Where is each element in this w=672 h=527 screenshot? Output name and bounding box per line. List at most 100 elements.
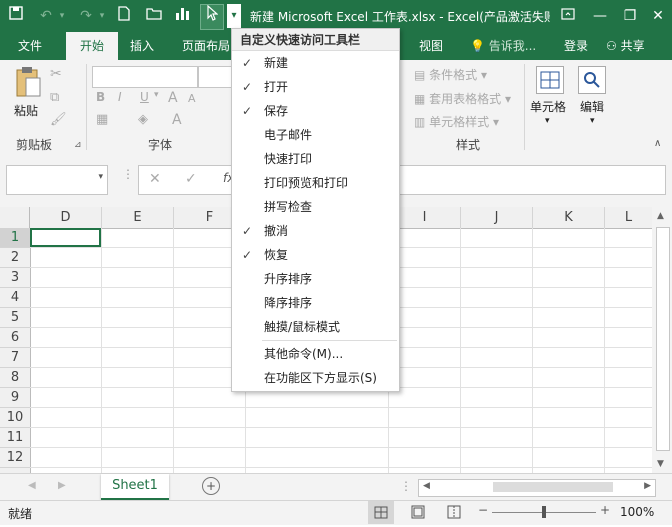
font-size-combo[interactable]	[198, 66, 234, 88]
customize-qat-dropdown-icon[interactable]: ▾	[227, 4, 241, 28]
menu-item-sort-ascending[interactable]: 升序排序	[232, 267, 399, 291]
formula-splitter-icon[interactable]: ⋮	[122, 167, 134, 181]
row-header[interactable]: 10	[0, 408, 31, 428]
tab-page-layout[interactable]: 页面布局	[176, 32, 236, 60]
prev-sheet-icon[interactable]: ◀	[28, 480, 36, 491]
menu-item-spelling[interactable]: 拼写检查	[232, 195, 399, 219]
menu-item-open[interactable]: ✓ 打开	[232, 75, 399, 99]
save-icon[interactable]	[6, 6, 26, 26]
tab-insert[interactable]: 插入	[124, 32, 160, 60]
menu-item-touch-mouse-mode[interactable]: 触摸/鼠标模式	[232, 315, 399, 339]
zoom-level[interactable]: 100%	[620, 505, 654, 519]
copy-icon[interactable]: ⧉	[50, 90, 59, 105]
column-header[interactable]: K	[533, 207, 605, 229]
scroll-right-icon[interactable]: ▶	[644, 481, 651, 491]
tab-file[interactable]: 文件	[12, 32, 48, 60]
zoom-out-icon[interactable]: −	[478, 503, 488, 517]
row-header[interactable]: 7	[0, 348, 31, 368]
menu-item-more-commands[interactable]: 其他命令(M)...	[232, 342, 399, 366]
touch-mouse-mode-icon[interactable]	[200, 4, 224, 30]
cancel-icon[interactable]: ✕	[149, 171, 161, 187]
font-color-button[interactable]: A	[172, 112, 182, 128]
editing-button[interactable]: 编辑	[580, 98, 604, 115]
chart-icon[interactable]	[172, 6, 192, 26]
login-button[interactable]: 登录	[564, 32, 588, 60]
menu-item-save[interactable]: ✓ 保存	[232, 99, 399, 123]
formula-input[interactable]: ✕ ✓ fx	[138, 165, 666, 195]
menu-item-redo[interactable]: ✓ 恢复	[232, 243, 399, 267]
tab-home[interactable]: 开始	[66, 32, 118, 60]
cut-icon[interactable]: ✂	[50, 66, 62, 82]
tab-view[interactable]: 视图	[413, 32, 449, 60]
row-header[interactable]: 5	[0, 308, 31, 328]
row-header[interactable]: 1	[0, 228, 31, 248]
tab-splitter-icon[interactable]: ⋮	[400, 479, 412, 493]
row-header[interactable]: 12	[0, 448, 31, 468]
row-header[interactable]: 6	[0, 328, 31, 348]
paste-icon[interactable]	[14, 66, 42, 103]
name-box-dropdown-icon[interactable]: ▾	[98, 172, 103, 182]
border-icon[interactable]: ▦	[96, 112, 108, 127]
zoom-slider-thumb[interactable]	[542, 506, 546, 518]
column-header[interactable]: E	[102, 207, 174, 229]
paste-button[interactable]: 粘贴	[14, 102, 38, 119]
scroll-up-icon[interactable]: ▲	[657, 211, 664, 221]
row-header[interactable]: 2	[0, 248, 31, 268]
scroll-left-icon[interactable]: ◀	[423, 481, 430, 491]
row-header[interactable]: 8	[0, 368, 31, 388]
italic-button[interactable]: I	[118, 90, 122, 104]
tell-me-box[interactable]: 💡 告诉我...	[470, 32, 536, 60]
menu-item-undo[interactable]: ✓ 撤消	[232, 219, 399, 243]
column-header[interactable]: D	[30, 207, 102, 229]
format-painter-icon[interactable]: 🖌	[50, 112, 67, 127]
h-scroll-thumb[interactable]	[493, 482, 613, 492]
row-header[interactable]: 11	[0, 428, 31, 448]
menu-item-sort-descending[interactable]: 降序排序	[232, 291, 399, 315]
row-header[interactable]: 4	[0, 288, 31, 308]
select-all-corner[interactable]	[0, 207, 30, 229]
menu-item-new[interactable]: ✓ 新建	[232, 51, 399, 75]
close-icon[interactable]: ✕	[640, 0, 672, 32]
vertical-scrollbar[interactable]: ▲ ▼	[652, 207, 672, 473]
row-header[interactable]: 9	[0, 388, 31, 408]
underline-dropdown-icon[interactable]: ▾	[154, 90, 159, 100]
column-header[interactable]: J	[461, 207, 533, 229]
scroll-down-icon[interactable]: ▼	[657, 459, 664, 469]
ribbon-display-icon[interactable]	[550, 0, 586, 32]
cells-icon[interactable]	[536, 66, 564, 94]
menu-item-quick-print[interactable]: 快速打印	[232, 147, 399, 171]
zoom-in-icon[interactable]: +	[600, 503, 610, 517]
add-sheet-icon[interactable]: +	[202, 477, 220, 495]
clipboard-launcher-icon[interactable]: ⊿	[74, 140, 82, 150]
next-sheet-icon[interactable]: ▶	[58, 480, 66, 491]
page-break-view-icon[interactable]	[446, 505, 462, 522]
open-folder-icon[interactable]	[144, 6, 164, 26]
conditional-format-button[interactable]: ▤ 条件格式 ▾	[414, 66, 487, 83]
cells-button[interactable]: 单元格	[530, 98, 566, 115]
redo-dropdown-icon[interactable]: ▾	[92, 6, 112, 26]
fill-color-icon[interactable]: ◈	[138, 112, 148, 127]
row-header[interactable]: 3	[0, 268, 31, 288]
share-button[interactable]: ⚇ 共享	[606, 32, 645, 60]
font-name-combo[interactable]	[92, 66, 198, 88]
underline-button[interactable]: U	[140, 90, 149, 104]
page-layout-view-icon[interactable]	[410, 505, 426, 522]
enter-icon[interactable]: ✓	[185, 171, 197, 187]
menu-item-print-preview[interactable]: 打印预览和打印	[232, 171, 399, 195]
menu-item-email[interactable]: 电子邮件	[232, 123, 399, 147]
cells-dropdown-icon[interactable]: ▾	[545, 116, 550, 126]
font-size-decrease-button[interactable]: A	[188, 92, 196, 105]
editing-dropdown-icon[interactable]: ▾	[590, 116, 595, 126]
cell-style-button[interactable]: ▥ 单元格样式 ▾	[414, 113, 499, 130]
horizontal-scrollbar[interactable]: ◀ ▶	[418, 479, 656, 497]
collapse-ribbon-icon[interactable]: ∧	[654, 138, 661, 149]
menu-item-show-below-ribbon[interactable]: 在功能区下方显示(S)	[232, 366, 399, 390]
sheet-tab-sheet1[interactable]: Sheet1	[101, 474, 169, 500]
name-box[interactable]: ▾	[6, 165, 108, 195]
active-cell[interactable]	[30, 228, 101, 247]
bold-button[interactable]: B	[96, 90, 105, 104]
new-file-icon[interactable]	[114, 6, 134, 26]
column-header[interactable]: L	[605, 207, 653, 229]
table-format-button[interactable]: ▦ 套用表格格式 ▾	[414, 90, 511, 107]
normal-view-icon[interactable]	[368, 501, 394, 524]
